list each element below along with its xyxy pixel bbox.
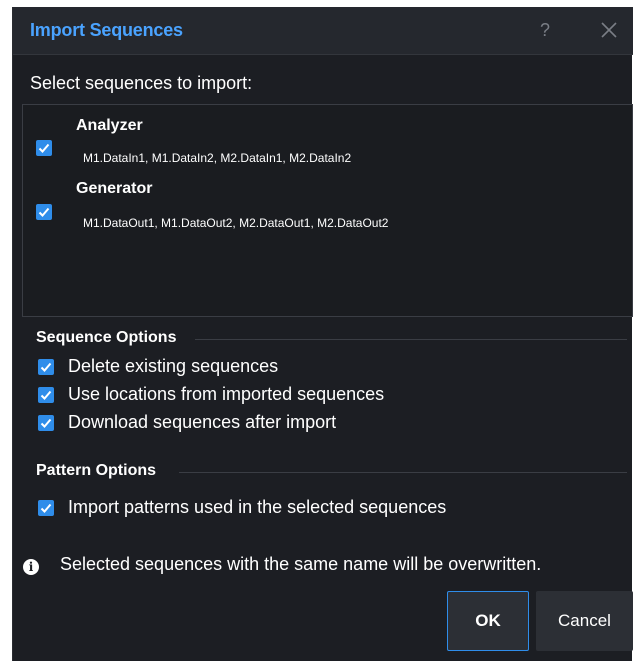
- info-text: Selected sequences with the same name wi…: [60, 554, 542, 574]
- checkmark-icon: [40, 390, 52, 400]
- checkbox[interactable]: [38, 415, 54, 431]
- checkbox[interactable]: [38, 500, 54, 516]
- ok-button[interactable]: OK: [447, 591, 529, 651]
- dialog-title: Import Sequences: [30, 20, 183, 40]
- help-button[interactable]: ?: [533, 18, 557, 42]
- import-sequences-dialog: Import Sequences ? Select sequences to i…: [12, 7, 633, 661]
- checkmark-icon: [38, 207, 50, 217]
- sequence-name: Analyzer: [76, 117, 143, 134]
- dialog-titlebar: Import Sequences ?: [13, 7, 633, 55]
- sequence-name: Generator: [76, 180, 153, 197]
- divider: [195, 339, 627, 340]
- close-icon[interactable]: [597, 18, 621, 42]
- sequence-items: M1.DataIn1, M1.DataIn2, M2.DataIn1, M2.D…: [83, 151, 352, 165]
- checkbox[interactable]: [38, 359, 54, 375]
- checkmark-icon: [40, 418, 52, 428]
- checkmark-icon: [38, 143, 50, 153]
- checkmark-icon: [40, 362, 52, 372]
- option-label: Import patterns used in the selected seq…: [68, 497, 447, 517]
- sequence-list: Analyzer M1.DataIn1, M1.DataIn2, M2.Data…: [22, 104, 633, 317]
- option-label: Download sequences after import: [68, 412, 337, 432]
- cancel-button[interactable]: Cancel: [536, 591, 633, 651]
- select-sequences-prompt: Select sequences to import:: [30, 73, 253, 93]
- sequence-items: M1.DataOut1, M1.DataOut2, M2.DataOut1, M…: [83, 216, 389, 230]
- divider: [179, 472, 627, 473]
- checkbox[interactable]: [38, 387, 54, 403]
- generator-checkbox[interactable]: [36, 204, 52, 220]
- option-label: Use locations from imported sequences: [68, 384, 385, 404]
- pattern-options-heading: Pattern Options: [36, 462, 157, 479]
- analyzer-checkbox[interactable]: [36, 140, 52, 156]
- info-icon: i: [23, 559, 39, 575]
- option-label: Delete existing sequences: [68, 356, 279, 376]
- checkmark-icon: [40, 503, 52, 513]
- sequence-options-heading: Sequence Options: [36, 329, 177, 346]
